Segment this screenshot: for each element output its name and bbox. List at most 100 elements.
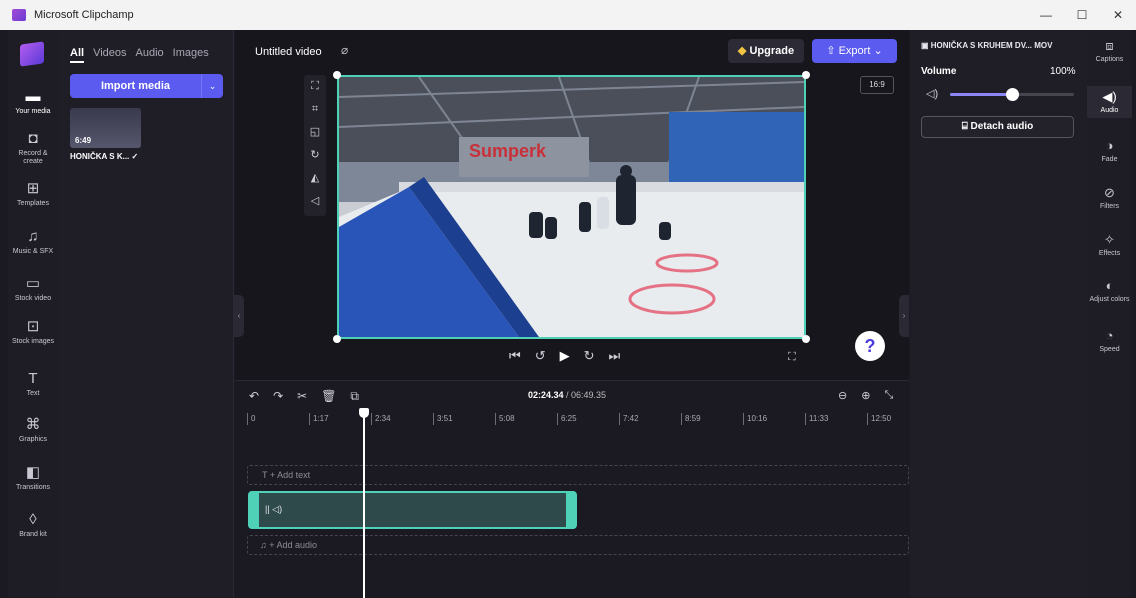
current-time: 02:24.34 (528, 390, 564, 400)
crop-icon[interactable]: ⌗ (304, 98, 326, 121)
nav-transitions[interactable]: ◧ Transitions (8, 464, 58, 492)
nav-speed[interactable]: ◔ Speed (1087, 328, 1132, 354)
properties-panel: ▣ HONIČKA S KRUHEM DV... MOV Volume 100%… (910, 30, 1087, 597)
flip-icon[interactable]: ◭ (304, 167, 326, 190)
nav-text[interactable]: T Text (8, 370, 58, 398)
resize-handle-bottom-left[interactable] (333, 335, 341, 343)
rewind-5s-icon[interactable]: ↺ (535, 348, 546, 364)
window-title: Microsoft Clipchamp (34, 9, 134, 21)
tab-videos[interactable]: Videos (93, 47, 126, 63)
ruler-tick: 6:25 (557, 413, 577, 425)
resize-handle-top-left[interactable] (333, 71, 341, 79)
clipchamp-brand-icon (20, 41, 44, 67)
pip-icon[interactable]: ◱ (304, 121, 326, 144)
nav-captions[interactable]: ⧈ Captions (1087, 38, 1132, 64)
playhead[interactable] (363, 409, 365, 598)
video-clip[interactable]: || ◁) (248, 491, 577, 529)
undo-icon[interactable]: ↶ (249, 389, 259, 404)
delete-icon[interactable]: 🗑 (321, 389, 336, 404)
import-media-button[interactable]: Import media ⌄ (70, 74, 223, 98)
aspect-ratio-button[interactable]: 16:9 (860, 76, 894, 94)
tab-audio[interactable]: Audio (136, 47, 164, 63)
fullscreen-icon[interactable]: ⛶ (788, 351, 796, 364)
speaker-icon[interactable]: ◁) (926, 87, 938, 100)
media-panel: All Videos Audio Images Import media ⌄ 6… (58, 30, 234, 597)
help-button[interactable]: ? (855, 331, 885, 361)
redo-icon[interactable]: ↷ (273, 389, 283, 404)
add-text-lane[interactable]: T + Add text (247, 465, 909, 485)
zoom-in-icon[interactable]: ⊕ (861, 389, 870, 402)
video-frame: Sumperk (339, 77, 804, 337)
fit-icon[interactable]: ⛶ (304, 75, 326, 98)
ruler-tick: 8:59 (681, 413, 701, 425)
nav-audio[interactable]: ◀) Audio (1087, 86, 1132, 118)
nav-filters[interactable]: ⊘ Filters (1087, 185, 1132, 211)
stock-images-icon: ⊡ (26, 318, 40, 335)
play-icon[interactable]: ▶ (560, 348, 570, 364)
detach-audio-button[interactable]: ⌸ Detach audio (921, 116, 1074, 138)
nav-stock-images[interactable]: ⊡ Stock images (8, 318, 58, 346)
ruler-tick: 7:42 (619, 413, 639, 425)
ruler-tick: 5:08 (495, 413, 515, 425)
nav-music-sfx[interactable]: ♫ Music & SFX (8, 228, 58, 256)
clip-trim-start-handle[interactable] (250, 493, 259, 527)
chevron-down-icon[interactable]: ⌄ (201, 74, 223, 98)
zoom-out-icon[interactable]: ⊖ (838, 389, 847, 402)
rotate-icon[interactable]: ↻ (304, 144, 326, 167)
duplicate-icon[interactable]: ⧉ (350, 389, 359, 404)
forward-5s-icon[interactable]: ↻ (584, 348, 595, 364)
transitions-icon: ◧ (25, 464, 41, 481)
maximize-button[interactable]: ☐ (1064, 0, 1100, 30)
import-media-label[interactable]: Import media (70, 74, 201, 98)
collapse-right-panel-button[interactable]: › (899, 295, 909, 337)
collapse-left-panel-button[interactable]: ‹ (234, 295, 244, 337)
nav-templates[interactable]: ⊞ Templates (8, 180, 58, 208)
nav-fade[interactable]: ◑ Fade (1087, 138, 1132, 164)
adjust-colors-icon: ◐ (1105, 278, 1114, 293)
export-button[interactable]: ⇧ Export ⌄ (812, 39, 897, 63)
time-ruler[interactable]: 0 1:17 2:34 3:51 5:08 6:25 7:42 8:59 10:… (247, 413, 907, 429)
video-preview[interactable]: Sumperk (337, 75, 806, 339)
volume-slider-fill (950, 93, 1012, 96)
chevron-down-icon: ⌄ (873, 45, 883, 57)
speed-icon: ◔ (1105, 328, 1114, 343)
fit-timeline-icon[interactable]: ⤡ (884, 389, 893, 402)
nav-brand-kit[interactable]: ◊ Brand kit (8, 511, 58, 539)
project-title[interactable]: Untitled video (255, 46, 322, 58)
flip-vertical-icon[interactable]: ◁ (304, 190, 326, 213)
nav-stock-video[interactable]: ▭ Stock video (8, 275, 58, 303)
text-icon: T (28, 370, 38, 387)
folder-icon: ▬ (25, 88, 41, 105)
volume-slider[interactable] (950, 88, 1074, 101)
add-audio-lane[interactable]: ♫ + Add audio (247, 535, 909, 555)
left-nav-rail: ▬ Your media ◘ Record & create ⊞ Templates … (8, 30, 58, 597)
tab-images[interactable]: Images (173, 47, 209, 63)
resize-handle-top-right[interactable] (802, 71, 810, 79)
skip-forward-icon[interactable]: ⏭ (609, 348, 621, 364)
split-icon[interactable]: ✂ (297, 389, 307, 404)
media-thumbnail[interactable]: 6:49 (70, 108, 141, 148)
ruler-tick: 12:50 (867, 413, 891, 425)
graphics-icon: ⌘ (25, 416, 41, 433)
nav-your-media[interactable]: ▬ Your media (8, 88, 58, 116)
camera-icon: ◘ (28, 130, 38, 147)
upgrade-button[interactable]: ◆ Upgrade (728, 39, 804, 63)
resize-handle-bottom-right[interactable] (802, 335, 810, 343)
zoom-controls: ⊖ ⊕ ⤡ (838, 389, 893, 402)
tab-all[interactable]: All (70, 47, 85, 63)
nav-effects[interactable]: ✧ Effects (1087, 232, 1132, 258)
nav-record-create[interactable]: ◘ Record & create (8, 130, 58, 166)
ruler-tick: 3:51 (433, 413, 453, 425)
nav-graphics[interactable]: ⌘ Graphics (8, 416, 58, 444)
media-name: HONIČKA S K... ✓ (70, 152, 139, 161)
nav-adjust-colors[interactable]: ◐ Adjust colors (1087, 278, 1132, 304)
close-button[interactable]: ✕ (1100, 0, 1136, 30)
cloud-sync-off-icon[interactable]: ⌀ (341, 43, 348, 57)
skip-back-icon[interactable]: ⏮ (509, 348, 521, 364)
clipchamp-window: Microsoft Clipchamp — ☐ ✕ ▬ Your media ◘ R… (0, 0, 1136, 598)
clip-trim-end-handle[interactable] (566, 493, 575, 527)
templates-icon: ⊞ (26, 180, 40, 197)
volume-slider-thumb[interactable] (1006, 88, 1019, 101)
minimize-button[interactable]: — (1028, 0, 1064, 30)
preview-tools: ⛶ ⌗ ◱ ↻ ◭ ◁ (304, 75, 326, 216)
